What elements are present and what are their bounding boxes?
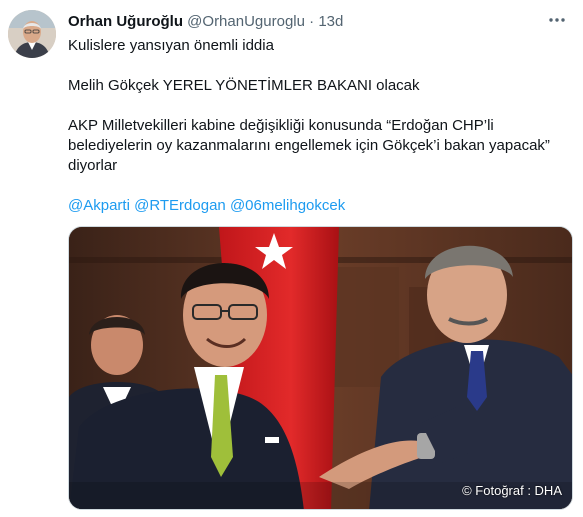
tweet-line: Melih Gökçek YEREL YÖNETİMLER BAKANI ola… [68,77,420,94]
avatar-photo [8,10,56,58]
avatar[interactable] [8,10,56,58]
tweet-line: AKP Milletvekilleri kabine değişikliği k… [68,117,550,174]
photo-credit: © Fotoğraf : DHA [462,483,562,498]
author-handle[interactable]: @OrhanUguroglu [187,13,305,30]
mentions: @Akparti @RTErdogan @06melihgokcek [68,196,568,216]
mention-link[interactable]: @RTErdogan [134,197,226,214]
tweet-line: Kulislere yansıyan önemli iddia [68,37,274,54]
more-options-icon[interactable] [545,10,569,30]
tweet-time[interactable]: 13d [318,13,343,30]
photo-illustration [69,227,572,509]
tweet-header: Orhan Uğuroğlu @OrhanUguroglu · 13d [68,12,543,32]
tweet-text: Kulislere yansıyan önemli iddia Melih Gö… [68,36,568,216]
separator-dot: · [309,13,315,30]
author-name[interactable]: Orhan Uğuroğlu [68,13,183,30]
mention-link[interactable]: @06melihgokcek [230,197,345,214]
tweet[interactable]: Orhan Uğuroğlu @OrhanUguroglu · 13d Kuli… [0,0,583,517]
tweet-photo[interactable]: © Fotoğraf : DHA [68,226,573,510]
mention-link[interactable]: @Akparti [68,197,130,214]
